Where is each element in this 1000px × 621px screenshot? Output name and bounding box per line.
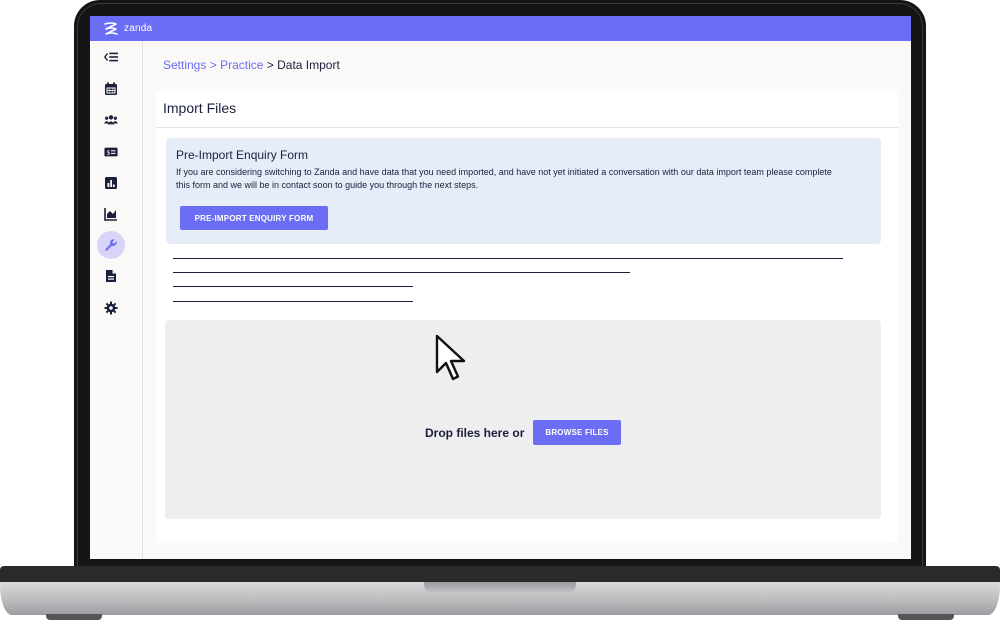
placeholder-text-line [173,286,413,287]
analytics-icon [104,208,117,221]
placeholder-text-line [173,301,413,302]
breadcrumb-practice[interactable]: Practice [220,58,263,72]
sidebar-item-billing[interactable]: $ [97,138,125,166]
sidebar-item-reports[interactable] [97,169,125,197]
wrench-icon [105,239,117,251]
sidebar-item-calendar[interactable] [97,75,125,103]
sidebar-item-clients[interactable] [97,106,125,134]
top-bar: zanda [90,16,911,41]
brand-logo[interactable]: zanda [102,21,152,37]
sidebar: $ [90,41,143,559]
app-screen: zanda $ Settings > Practice > Data Impor… [90,16,911,559]
zanda-logo-icon [104,21,118,35]
sidebar-item-documents[interactable] [97,262,125,290]
pre-import-enquiry-form-button[interactable]: PRE-IMPORT ENQUIRY FORM [180,206,328,230]
calendar-icon [105,82,117,95]
users-icon [104,115,118,125]
placeholder-text-line [173,258,843,259]
brand-name: zanda [124,23,153,34]
billing-icon: $ [104,147,118,157]
dropzone-label: Drop files here or [425,426,525,440]
sidebar-collapse-toggle[interactable] [97,43,125,71]
browse-files-button[interactable]: BROWSE FILES [533,420,621,445]
document-icon [106,270,116,282]
enquiry-title: Pre-Import Enquiry Form [176,148,309,162]
laptop-foot-right [898,614,954,620]
breadcrumb-separator: > [209,58,217,72]
breadcrumb: Settings > Practice > Data Import [163,58,340,72]
sidebar-item-settings[interactable] [97,294,125,322]
breadcrumb-current: Data Import [277,58,340,72]
sidebar-item-settings-tools[interactable] [97,231,125,259]
laptop-base-notch [424,582,576,594]
collapse-menu-icon [104,52,118,62]
breadcrumb-settings[interactable]: Settings [163,58,206,72]
file-dropzone[interactable]: Drop files here or BROWSE FILES [165,320,881,519]
import-files-card: Import Files Pre-Import Enquiry Form If … [156,91,898,543]
gear-icon [104,301,118,315]
reports-icon [105,177,117,189]
page-title: Import Files [163,100,237,116]
mouse-pointer-icon [435,334,466,381]
enquiry-description: If you are considering switching to Zand… [176,167,832,190]
sidebar-item-analytics[interactable] [97,200,125,228]
card-divider [156,127,898,128]
breadcrumb-separator: > [266,58,274,72]
laptop-foot-left [46,614,102,620]
pre-import-enquiry-panel: Pre-Import Enquiry Form If you are consi… [166,138,881,244]
placeholder-text-line [173,272,630,273]
svg-text:$: $ [107,150,111,157]
